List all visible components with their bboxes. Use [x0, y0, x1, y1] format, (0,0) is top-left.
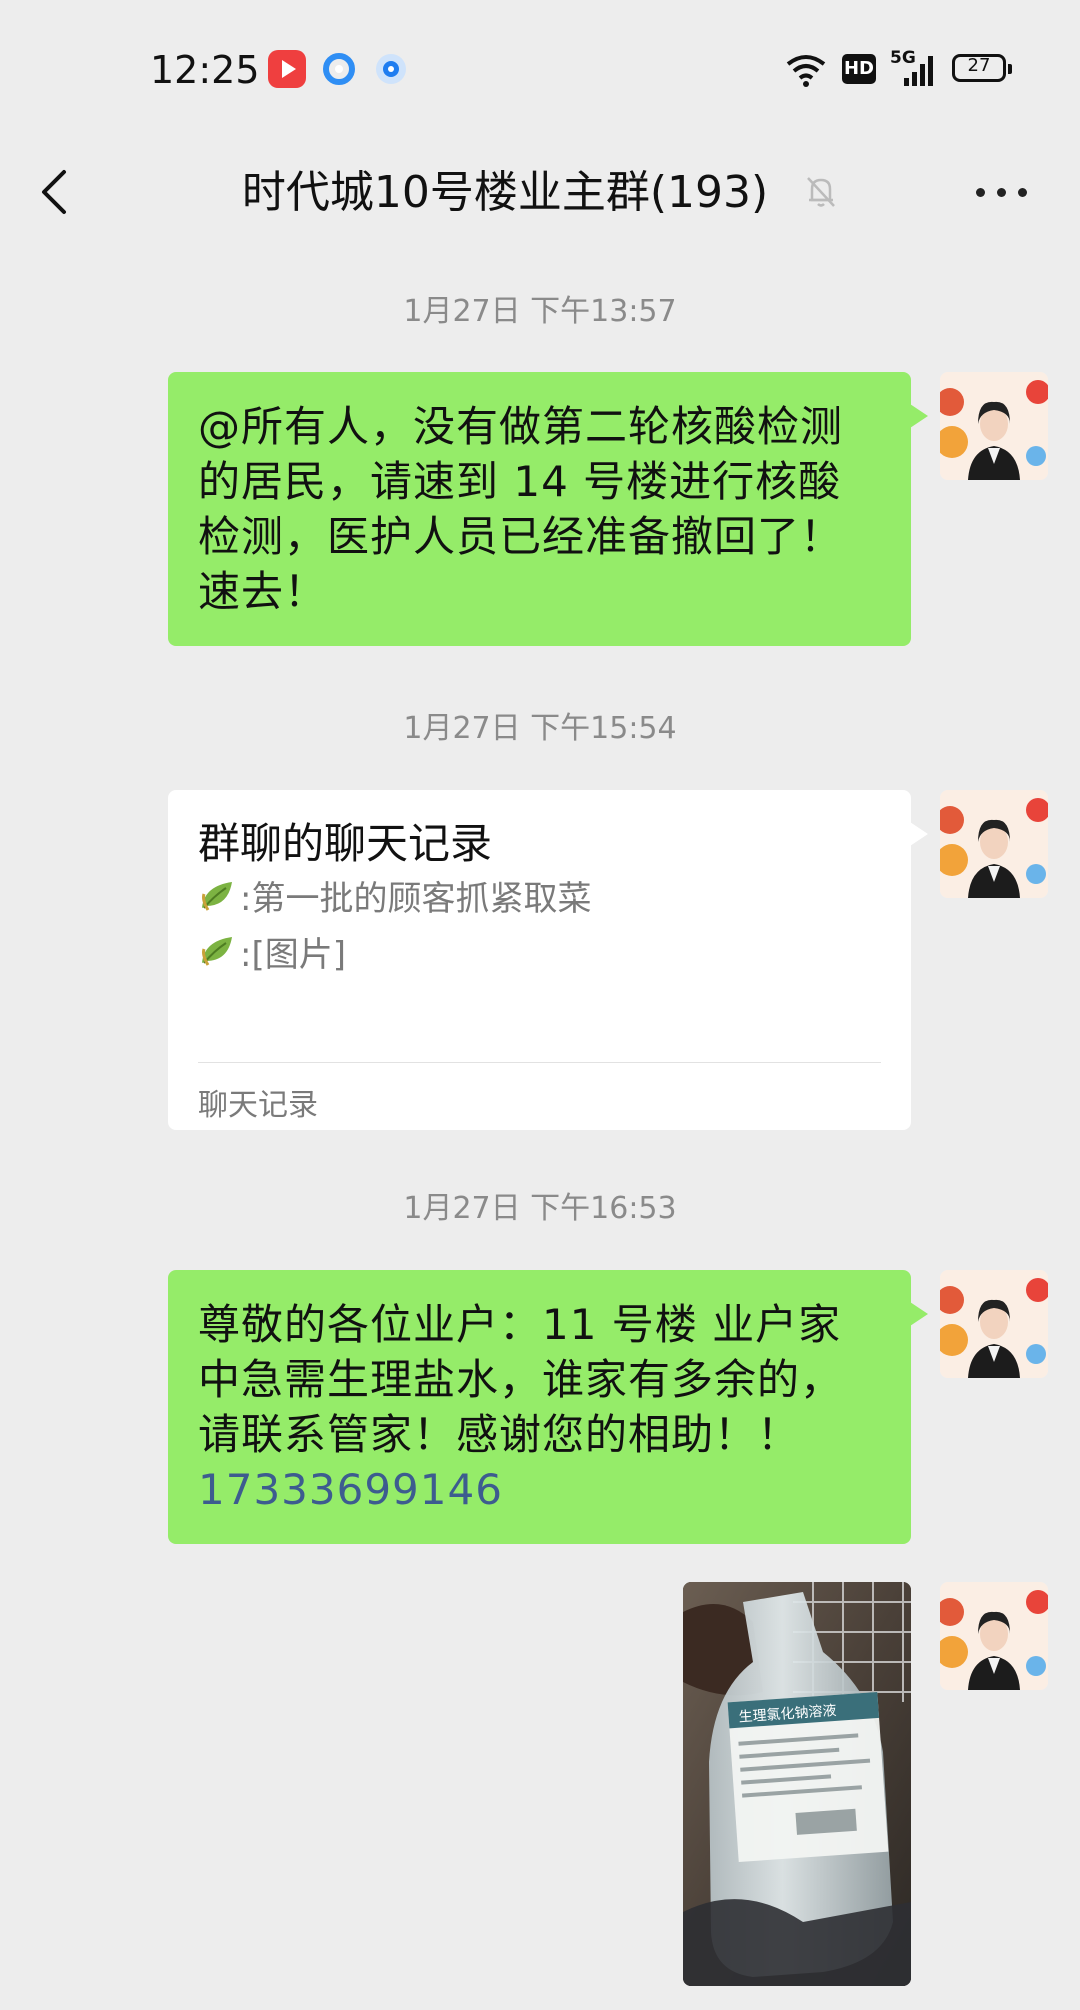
message-line: @所有人，没有做第二轮核酸检测 [198, 402, 844, 451]
avatar[interactable] [940, 372, 1048, 480]
message-bubble[interactable]: @所有人，没有做第二轮核酸检测 的居民，请速到 14 号楼进行核酸 检测，医护人… [168, 372, 928, 646]
chat-record-card[interactable]: 群聊的聊天记录 :第一批的顾客抓紧取菜 :[图片] 聊天记录 [168, 790, 928, 1130]
leaf-icon [198, 874, 236, 928]
message-timestamp: 1月27日 下午16:53 [403, 1191, 677, 1226]
more-icon[interactable] [972, 162, 1032, 222]
mute-bell-icon [804, 170, 838, 221]
chat-header: 时代城10号楼业主群(193) [0, 140, 1080, 260]
message-timestamp: 1月27日 下午13:57 [403, 294, 677, 329]
avatar[interactable] [940, 790, 1048, 898]
signal-icon: 5G [890, 48, 938, 88]
divider [198, 1062, 881, 1063]
assistant-app-icon [372, 50, 410, 88]
avatar[interactable] [940, 1582, 1048, 1690]
avatar[interactable] [940, 1270, 1048, 1378]
message-line: 中急需生理盐水，谁家有多余的， [198, 1355, 844, 1404]
image-message[interactable]: 生理氯化钠溶液 [683, 1582, 911, 1986]
network-type: 5G [890, 48, 916, 68]
battery-level: 27 [967, 55, 991, 76]
battery-icon: 27 [952, 54, 1012, 82]
phone-number-link[interactable]: 17333699146 [198, 1462, 881, 1517]
wifi-icon [784, 52, 828, 92]
message-line: 检测，医护人员已经准备撤回了！ [198, 512, 844, 561]
chat-record-item: :第一批的顾客抓紧取菜 [198, 872, 881, 928]
message-line: 速去！ [198, 567, 328, 616]
chat-record-item: :[图片] [198, 928, 881, 984]
chat-record-title: 群聊的聊天记录 [198, 819, 493, 868]
message-bubble[interactable]: 尊敬的各位业户：11 号楼 业户家 中急需生理盐水，谁家有多余的， 请联系管家！… [168, 1270, 928, 1544]
status-time: 12:25 [150, 48, 260, 92]
leaf-icon [198, 929, 236, 983]
chat-title[interactable]: 时代城10号楼业主群(193) [242, 156, 768, 220]
message-line: 尊敬的各位业户：11 号楼 业户家 [198, 1300, 842, 1349]
chat-record-item-text: :[图片] [240, 934, 346, 975]
message-timestamp: 1月27日 下午15:54 [403, 711, 677, 746]
browser-app-icon [320, 50, 358, 88]
message-line: 的居民，请速到 14 号楼进行核酸 [198, 457, 842, 506]
status-bar: 12:25 HD 5G 27 [0, 0, 1080, 140]
video-app-icon [268, 50, 306, 88]
chat-record-footer: 聊天记录 [198, 1088, 318, 1123]
chat-record-item-text: :第一批的顾客抓紧取菜 [240, 879, 592, 919]
message-line: 请联系管家！感谢您的相助！！ [198, 1410, 801, 1459]
hd-icon: HD [842, 54, 876, 84]
